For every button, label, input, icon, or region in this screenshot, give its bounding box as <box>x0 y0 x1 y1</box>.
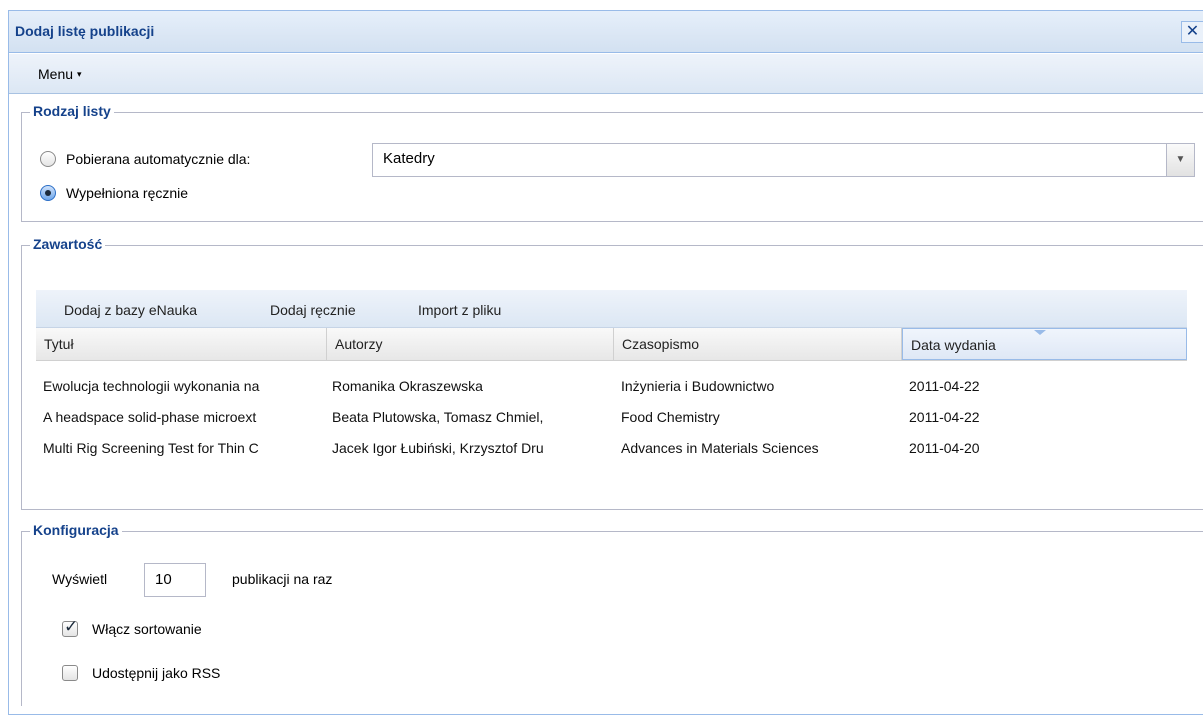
add-manually-button[interactable]: Dodaj ręcznie <box>270 302 356 318</box>
cell-title: A headspace solid-phase microext <box>43 409 257 425</box>
dialog-title: Dodaj listę publikacji <box>15 23 155 39</box>
sorting-checkbox-row[interactable]: Włącz sortowanie <box>62 617 202 637</box>
table-row[interactable]: Multi Rig Screening Test for Thin C Jace… <box>36 433 1187 463</box>
list-type-legend: Rodzaj listy <box>30 103 114 119</box>
cell-title: Ewolucja technologii wykonania na <box>43 378 260 394</box>
table-row[interactable]: A headspace solid-phase microext Beata P… <box>36 402 1187 432</box>
per-page-input[interactable]: 10 <box>144 563 206 597</box>
radio-manual[interactable]: Wypełniona ręcznie <box>40 185 188 201</box>
rss-label: Udostępnij jako RSS <box>92 665 221 681</box>
column-header-date-label: Data wydania <box>911 337 996 353</box>
cell-authors: Beata Plutowska, Tomasz Chmiel, <box>332 409 544 425</box>
radio-manual-button[interactable] <box>40 185 56 201</box>
menu-button[interactable]: Menu ▾ <box>38 66 82 82</box>
import-file-button[interactable]: Import z pliku <box>418 302 501 318</box>
radio-auto-label: Pobierana automatycznie dla: <box>66 151 251 167</box>
config-legend: Konfiguracja <box>30 522 122 538</box>
cell-journal: Inżynieria i Budownictwo <box>621 378 775 394</box>
radio-auto-button[interactable] <box>40 151 56 167</box>
cell-journal: Food Chemistry <box>621 409 720 425</box>
sort-indicator-icon <box>1034 330 1046 335</box>
cell-title: Multi Rig Screening Test for Thin C <box>43 440 259 456</box>
cell-authors: Romanika Okraszewska <box>332 378 483 394</box>
add-from-enauka-button[interactable]: Dodaj z bazy eNauka <box>64 302 197 318</box>
show-label: Wyświetl <box>52 571 108 587</box>
menu-bar: Menu ▾ <box>9 54 1203 94</box>
list-type-fieldset: Rodzaj listy Pobierana automatycznie dla… <box>21 103 1203 222</box>
cell-journal: Advances in Materials Sciences <box>621 440 819 456</box>
unit-combo[interactable]: Katedry ▼ <box>372 143 1195 177</box>
content-legend: Zawartość <box>30 236 106 252</box>
rss-checkbox[interactable] <box>62 665 78 681</box>
cell-authors: Jacek Igor Łubiński, Krzysztof Dru <box>332 440 544 456</box>
config-fieldset: Konfiguracja Wyświetl 10 publikacji na r… <box>21 522 1203 706</box>
cell-date: 2011-04-22 <box>909 409 980 425</box>
grid-header: Tytuł Autorzy Czasopismo Data wydania <box>36 328 1187 361</box>
radio-manual-label: Wypełniona ręcznie <box>66 185 189 201</box>
close-icon[interactable]: ✕ <box>1181 21 1203 43</box>
sorting-checkbox[interactable] <box>62 617 78 637</box>
radio-auto[interactable]: Pobierana automatycznie dla: <box>40 151 250 167</box>
combo-value: Katedry <box>383 150 435 167</box>
column-header-date[interactable]: Data wydania <box>902 328 1187 360</box>
chevron-down-icon: ▾ <box>77 69 82 79</box>
cell-date: 2011-04-22 <box>909 378 980 394</box>
column-header-authors[interactable]: Autorzy <box>327 328 614 360</box>
sorting-label: Włącz sortowanie <box>92 621 202 637</box>
menu-label: Menu <box>38 66 74 82</box>
grid-toolbar: Dodaj z bazy eNauka Dodaj ręcznie Import… <box>36 290 1187 328</box>
rss-checkbox-row[interactable]: Udostępnij jako RSS <box>62 665 220 681</box>
dialog-titlebar[interactable]: Dodaj listę publikacji ✕ <box>9 11 1203 53</box>
per-page-suffix: publikacji na raz <box>232 571 333 587</box>
column-header-journal[interactable]: Czasopismo <box>614 328 902 360</box>
cell-date: 2011-04-20 <box>909 440 980 456</box>
chevron-down-icon[interactable]: ▼ <box>1166 144 1194 176</box>
dialog-window: Dodaj listę publikacji ✕ Menu ▾ Rodzaj li… <box>8 10 1203 715</box>
content-fieldset: Zawartość Dodaj z bazy eNauka Dodaj ręcz… <box>21 236 1203 510</box>
column-header-title[interactable]: Tytuł <box>36 328 327 360</box>
table-row[interactable]: Ewolucja technologii wykonania na Romani… <box>36 371 1187 401</box>
